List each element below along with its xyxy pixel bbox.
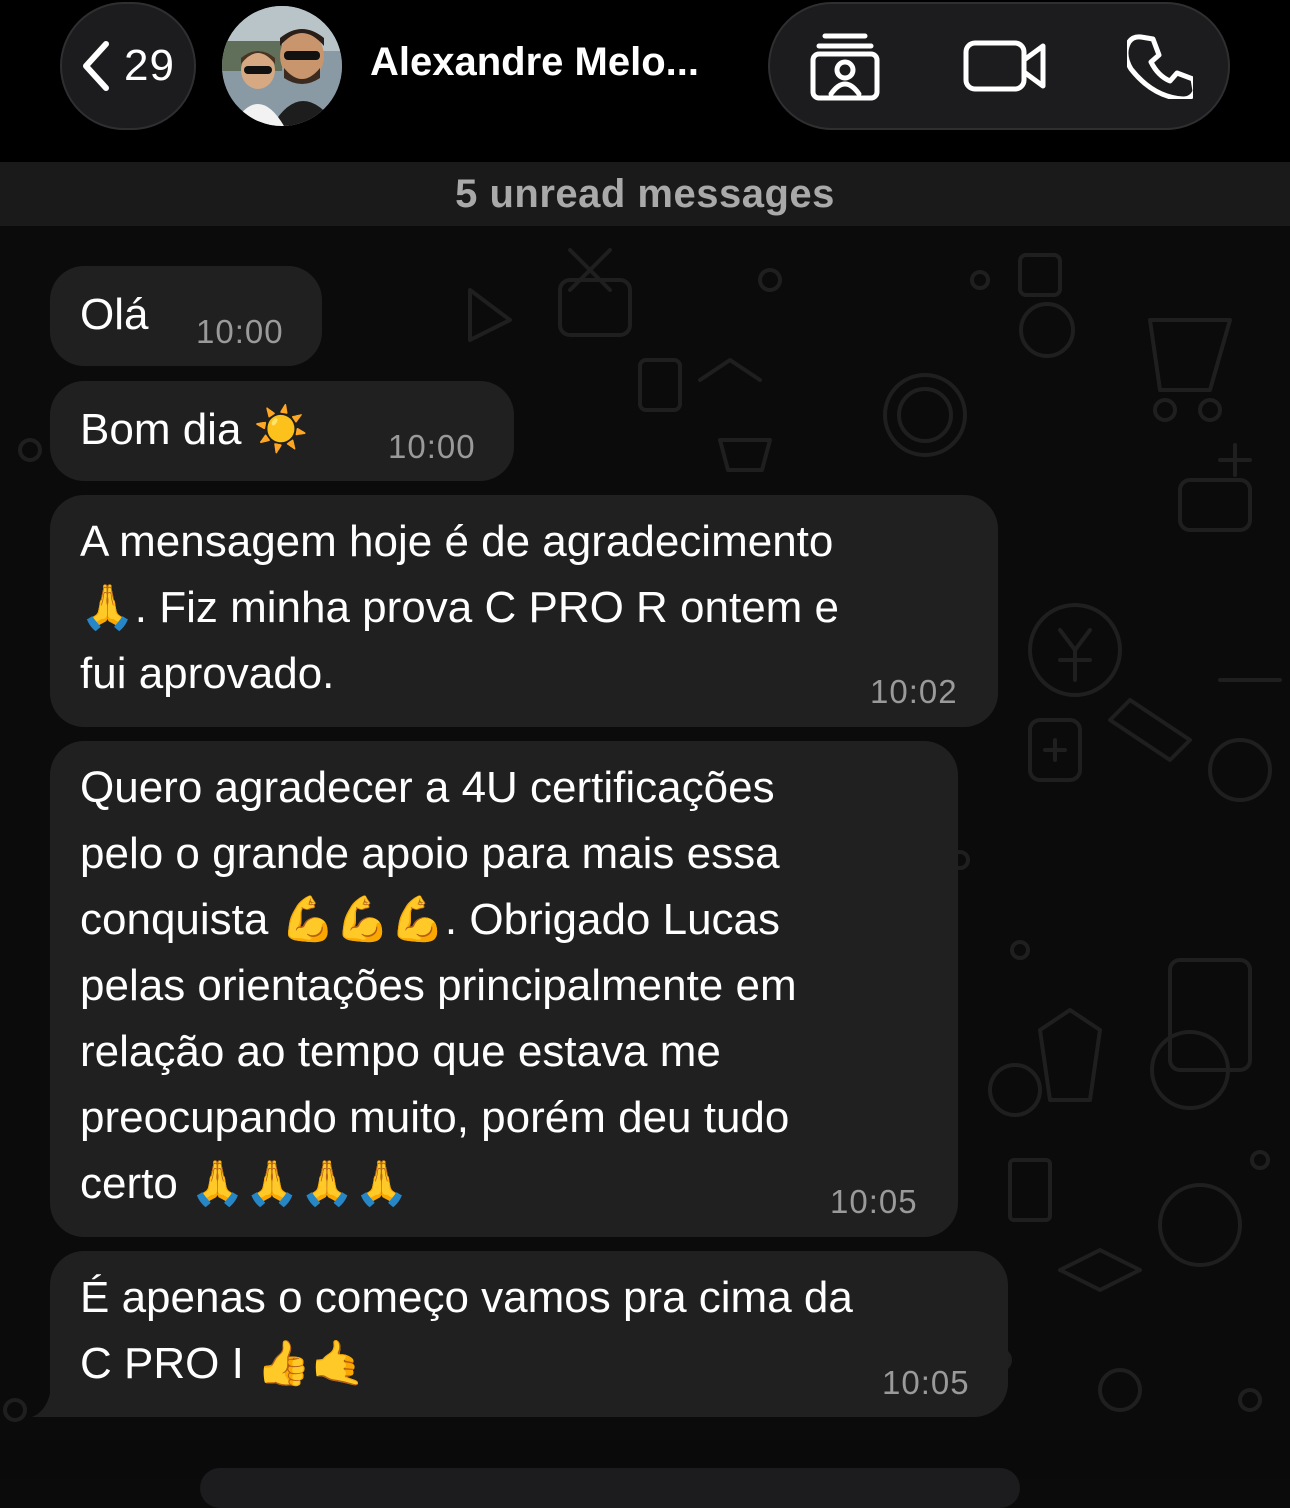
video-camera-icon xyxy=(963,40,1046,92)
contact-name[interactable]: Alexandre Melo... xyxy=(370,40,740,85)
message-bubble[interactable]: Bom dia ☀️ 10:00 xyxy=(50,381,514,481)
unread-chats-count: 29 xyxy=(124,41,175,90)
unread-messages-label: 5 unread messages xyxy=(455,171,835,216)
message-line: preocupando muito, porém deu tudo xyxy=(80,1093,790,1142)
message-line: Olá xyxy=(80,290,149,339)
message-line: certo 🙏🙏🙏🙏 xyxy=(80,1159,410,1208)
message-bubble[interactable]: Quero agradecer a 4U certificações pelo … xyxy=(50,741,958,1237)
message-timestamp: 10:02 xyxy=(870,673,958,710)
message-bubble[interactable]: A mensagem hoje é de agradecimento 🙏. Fi… xyxy=(50,495,998,727)
voice-call-button[interactable] xyxy=(1115,26,1205,106)
message-text: A mensagem hoje é de agradecimento 🙏. Fi… xyxy=(80,509,839,707)
message-timestamp: 10:05 xyxy=(830,1183,918,1220)
phone-icon xyxy=(1127,34,1193,99)
message-timestamp: 10:05 xyxy=(882,1364,970,1401)
bubble-tail xyxy=(32,1380,70,1417)
message-timestamp: 10:00 xyxy=(388,428,476,465)
message-line: pelas orientações principalmente em xyxy=(80,961,797,1010)
message-line: pelo o grande apoio para mais essa xyxy=(80,829,780,878)
call-actions-group xyxy=(768,2,1230,130)
message-line: relação ao tempo que estava me xyxy=(80,1027,721,1076)
message-text: Bom dia ☀️ xyxy=(80,397,308,463)
contact-card-button[interactable] xyxy=(800,26,890,106)
avatar-photo xyxy=(222,6,342,126)
contact-avatar[interactable] xyxy=(222,6,342,126)
message-line: C PRO I 👍🤙 xyxy=(80,1339,366,1388)
message-line: Bom dia ☀️ xyxy=(80,405,309,454)
message-text: É apenas o começo vamos pra cima da C PR… xyxy=(80,1265,853,1397)
message-line: 🙏. Fiz minha prova C PRO R ontem e xyxy=(80,583,840,632)
message-line: Quero agradecer a 4U certificações xyxy=(80,763,775,812)
back-button[interactable]: 29 xyxy=(60,2,196,130)
message-line: É apenas o começo vamos pra cima da xyxy=(80,1273,853,1322)
message-line: A mensagem hoje é de agradecimento xyxy=(80,517,834,566)
message-timestamp: 10:00 xyxy=(196,313,284,350)
message-bubble[interactable]: Olá 10:00 xyxy=(50,266,322,366)
message-bubble[interactable]: É apenas o começo vamos pra cima da C PR… xyxy=(50,1251,1008,1417)
message-line: conquista 💪💪💪. Obrigado Lucas xyxy=(80,895,781,944)
unread-messages-banner: 5 unread messages xyxy=(0,162,1290,226)
back-chevron-icon xyxy=(83,41,109,91)
message-text: Quero agradecer a 4U certificações pelo … xyxy=(80,755,797,1217)
chat-header: 29 Alexandre Melo... xyxy=(0,0,1290,162)
message-input[interactable] xyxy=(200,1468,1020,1508)
video-call-button[interactable] xyxy=(960,26,1050,106)
contact-card-icon xyxy=(810,33,880,101)
message-text: Olá xyxy=(80,282,148,348)
message-line: fui aprovado. xyxy=(80,649,335,698)
